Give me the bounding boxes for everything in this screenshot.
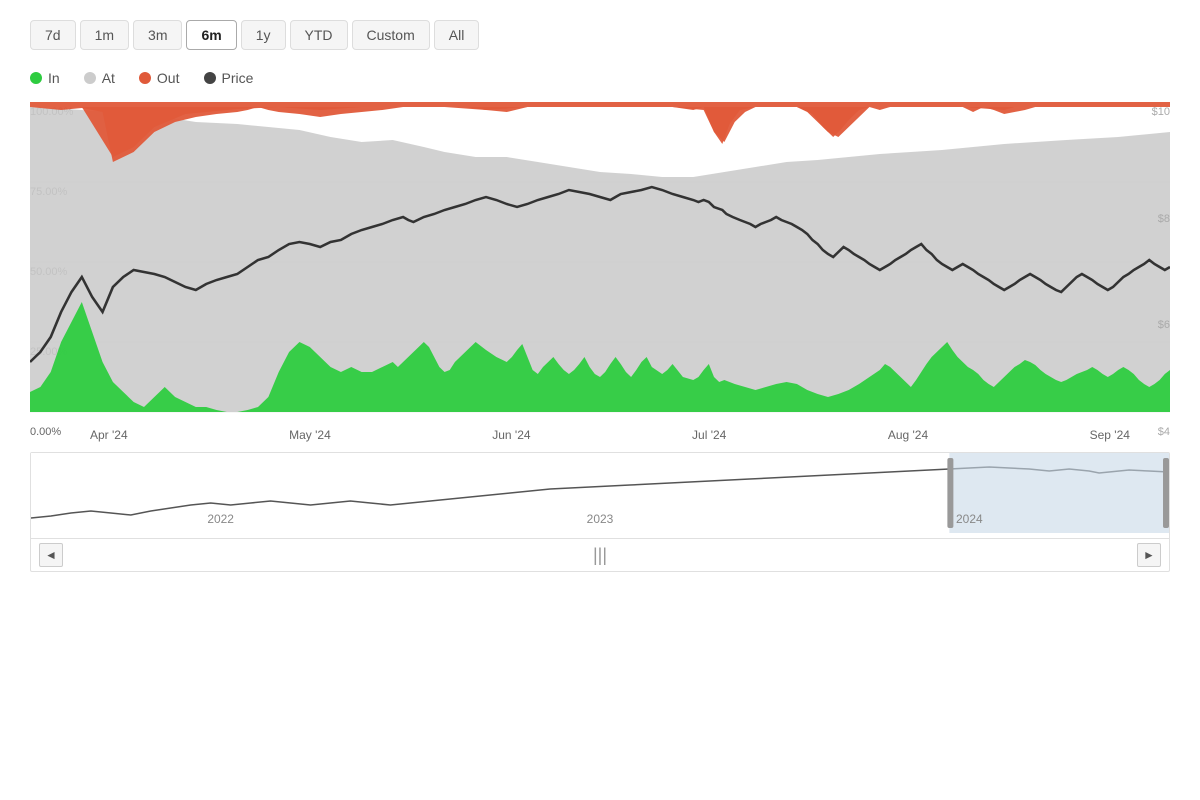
- x-axis-labels: Apr '24 May '24 Jun '24 Jul '24 Aug '24 …: [30, 422, 1170, 442]
- y-label-0: 0.00%: [30, 426, 90, 438]
- legend-out-label: Out: [157, 70, 180, 86]
- time-btn-ytd[interactable]: YTD: [290, 20, 348, 50]
- time-btn-7d[interactable]: 7d: [30, 20, 76, 50]
- navigator-controls: ◄ ||| ►: [31, 538, 1169, 571]
- svg-text:2022: 2022: [207, 512, 234, 526]
- legend-at-label: At: [102, 70, 115, 86]
- x-label-sep: Sep '24: [1090, 428, 1130, 442]
- legend-out-dot: [139, 72, 151, 84]
- legend-out: Out: [139, 70, 180, 86]
- y-right-4: $4: [1130, 426, 1170, 438]
- at-area: [30, 107, 1170, 412]
- navigator-handle-left[interactable]: [947, 458, 953, 528]
- y-right-8: $8: [1130, 213, 1170, 225]
- navigator-handle-right[interactable]: [1163, 458, 1169, 528]
- legend-price-dot: [204, 72, 216, 84]
- time-btn-all[interactable]: All: [434, 20, 480, 50]
- x-label-aug: Aug '24: [888, 428, 928, 442]
- time-btn-1y[interactable]: 1y: [241, 20, 286, 50]
- x-label-jul: Jul '24: [692, 428, 726, 442]
- time-btn-3m[interactable]: 3m: [133, 20, 182, 50]
- nav-next-button[interactable]: ►: [1137, 543, 1161, 567]
- chart-svg: [30, 102, 1170, 422]
- legend-in-dot: [30, 72, 42, 84]
- svg-text:2024: 2024: [956, 512, 983, 526]
- legend-price-label: Price: [222, 70, 254, 86]
- legend-at: At: [84, 70, 115, 86]
- time-btn-6m[interactable]: 6m: [186, 20, 236, 50]
- x-label-jun: Jun '24: [492, 428, 530, 442]
- nav-prev-button[interactable]: ◄: [39, 543, 63, 567]
- legend-in-label: In: [48, 70, 60, 86]
- legend-price: Price: [204, 70, 254, 86]
- x-label-apr: Apr '24: [90, 428, 128, 442]
- y-right-6: $6: [1130, 319, 1170, 331]
- legend-at-dot: [84, 72, 96, 84]
- y-axis-right: $10 $8 $6 $4: [1130, 102, 1170, 442]
- time-btn-1m[interactable]: 1m: [80, 20, 129, 50]
- time-btn-custom[interactable]: Custom: [352, 20, 430, 50]
- main-chart: [30, 102, 1170, 422]
- x-label-may: May '24: [289, 428, 331, 442]
- nav-center-handle[interactable]: |||: [593, 545, 607, 566]
- time-range-selector: 7d 1m 3m 6m 1y YTD Custom All: [30, 20, 1170, 50]
- main-chart-wrapper: 100.00% 75.00% 50.00% 25.00% 0.00%: [30, 102, 1170, 442]
- y-right-10: $10: [1130, 106, 1170, 118]
- chart-legend: In At Out Price: [30, 70, 1170, 86]
- legend-in: In: [30, 70, 60, 86]
- navigator-chart[interactable]: 2022 2023 2024 ◄ ||| ►: [30, 452, 1170, 572]
- navigator-svg: 2022 2023 2024: [31, 453, 1169, 533]
- svg-text:2023: 2023: [587, 512, 614, 526]
